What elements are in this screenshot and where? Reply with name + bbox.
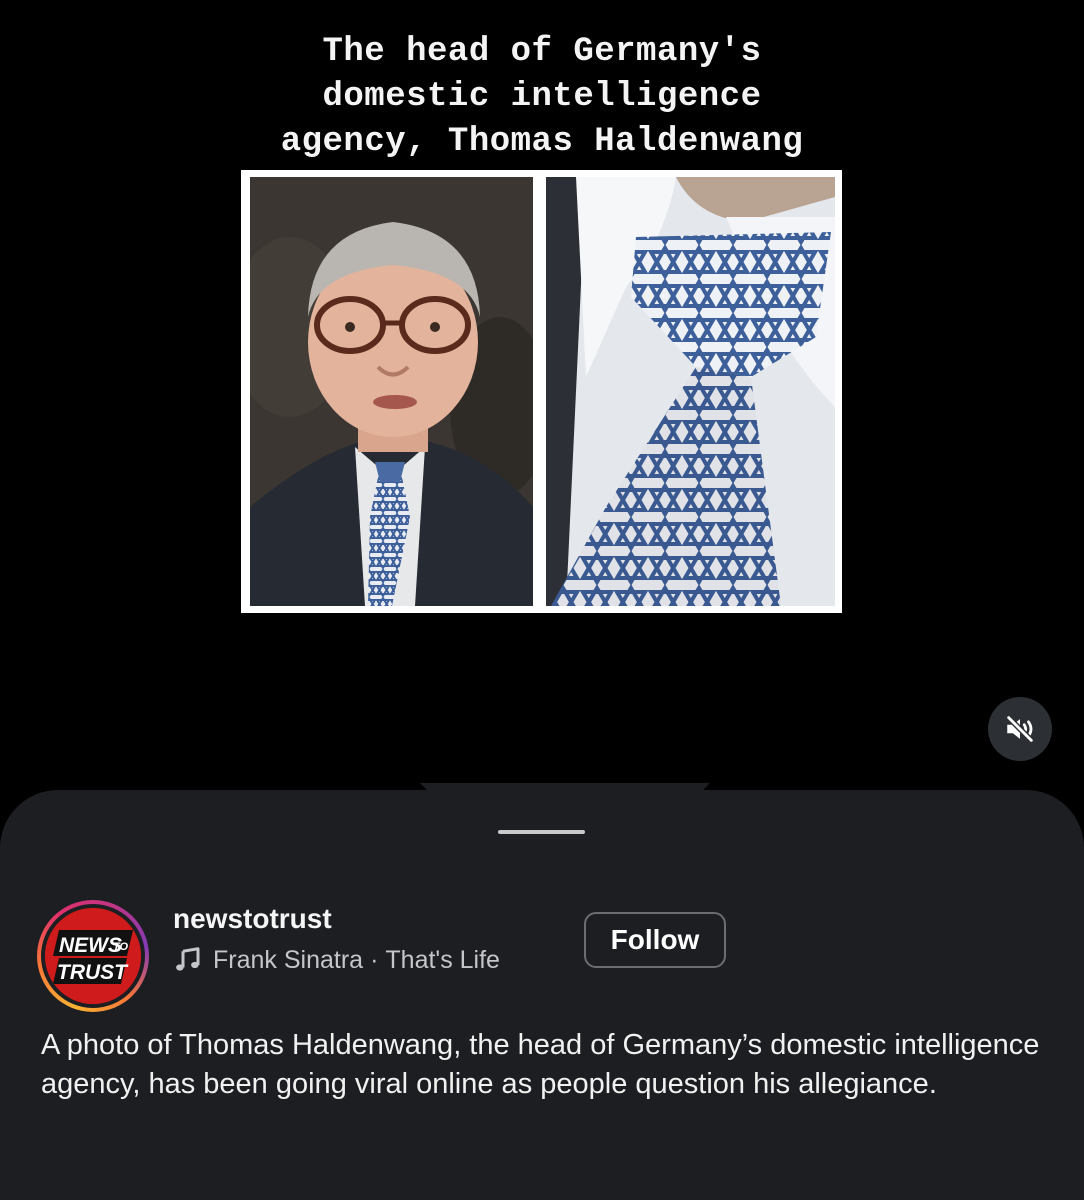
portrait-photo [250, 177, 533, 606]
caption-line: agency, Thomas Haldenwang [280, 123, 804, 161]
svg-text:TRUST: TRUST [57, 961, 129, 984]
sheet-drag-handle[interactable] [498, 830, 585, 834]
post-description: A photo of Thomas Haldenwang, the head o… [41, 1029, 1040, 1100]
mute-toggle-button[interactable] [988, 697, 1052, 761]
music-note-icon [173, 945, 203, 975]
svg-text:TO: TO [113, 941, 129, 953]
story-ring[interactable]: NEWS TO TRUST [37, 900, 149, 1012]
audio-track-title: That's Life [385, 945, 500, 974]
audio-artist: Frank Sinatra [213, 945, 364, 974]
caption-line: The head of Germany's [322, 33, 762, 71]
tie-closeup-photo [546, 177, 835, 606]
avatar[interactable]: NEWS TO TRUST [45, 908, 141, 1004]
newstotrust-logo: NEWS TO TRUST [45, 908, 141, 1004]
follow-button[interactable]: Follow [584, 912, 726, 968]
post-viewer[interactable]: The head of Germany's domestic intellige… [0, 0, 1084, 800]
post-caption: The head of Germany's domestic intellige… [192, 30, 892, 165]
muted-speaker-icon [1003, 712, 1037, 746]
caption-line: domestic intelligence [322, 78, 762, 116]
audio-separator: · [370, 945, 379, 974]
photo-collage [241, 170, 842, 613]
audio-track-link[interactable]: Frank Sinatra · That's Life [173, 945, 500, 975]
account-username[interactable]: newstotrust [173, 903, 332, 935]
bottom-sheet[interactable]: NEWS TO TRUST newstotrust Frank Sinatra … [0, 790, 1084, 1200]
